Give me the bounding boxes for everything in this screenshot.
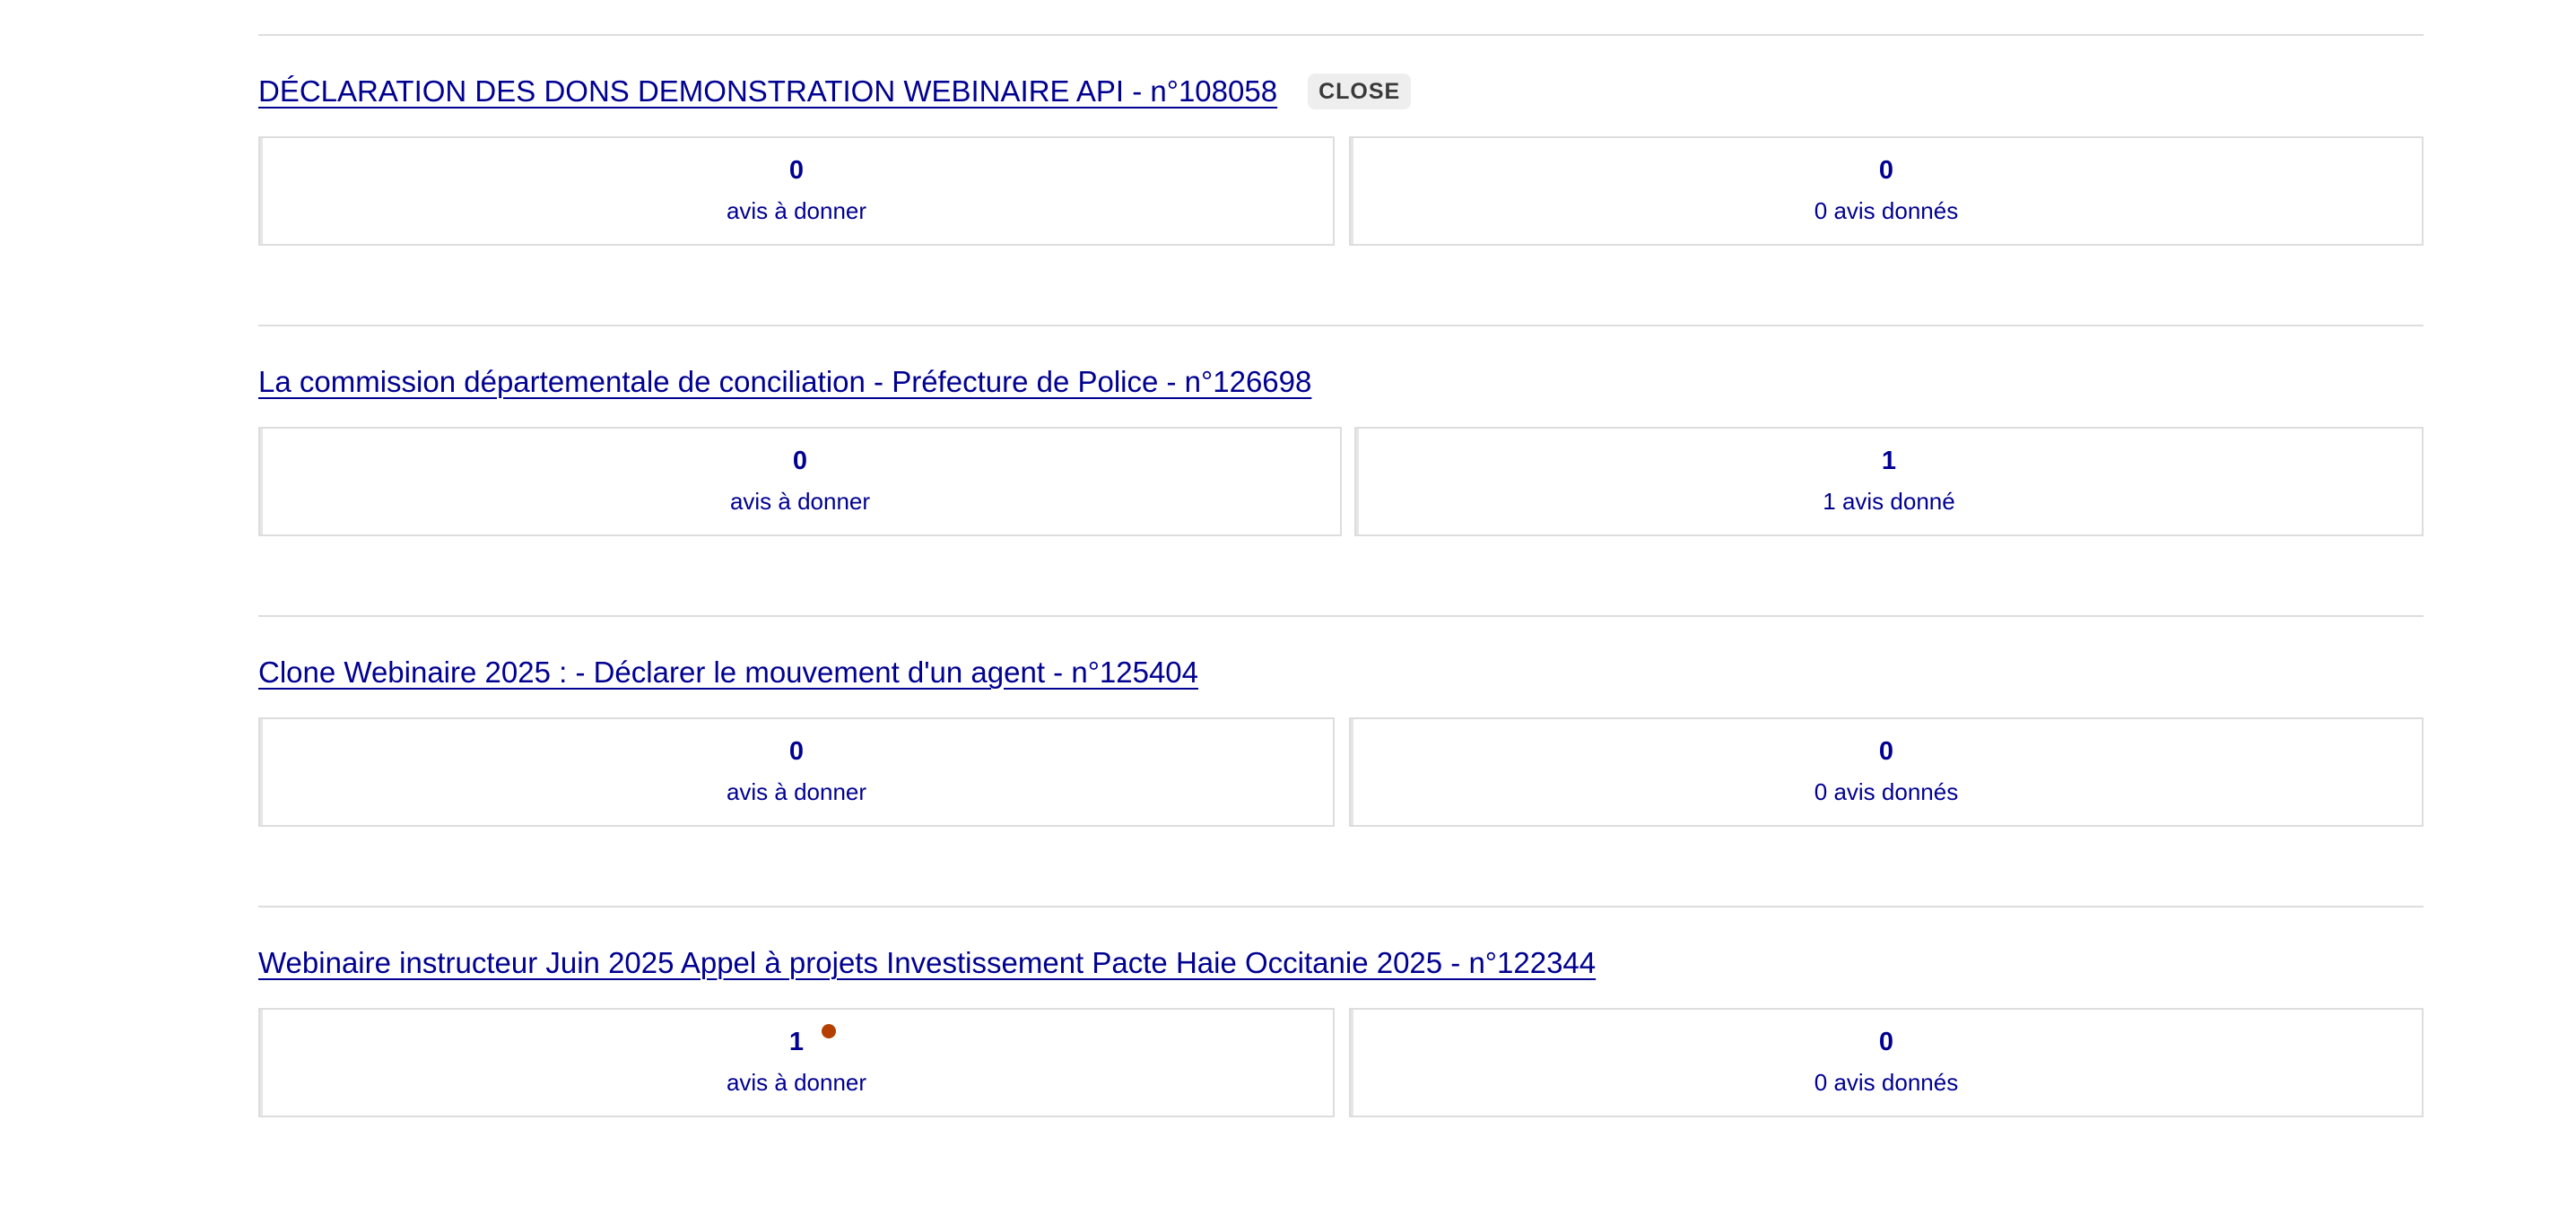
procedure-title-link[interactable]: DÉCLARATION DES DONS DEMONSTRATION WEBIN… — [258, 74, 1277, 109]
procedure-stats: 1 avis à donner 0 0 avis donnés — [258, 1008, 2424, 1117]
avis-to-give-card[interactable]: 0 avis à donner — [258, 717, 1335, 827]
avis-to-give-count: 0 — [788, 156, 805, 185]
section-divider — [258, 906, 2424, 907]
avis-given-count: 0 — [1878, 737, 1894, 766]
avis-given-label: 0 avis donnés — [1814, 778, 1959, 805]
procedure-section: DÉCLARATION DES DONS DEMONSTRATION WEBIN… — [258, 34, 2424, 249]
procedure-section: La commission départementale de concilia… — [258, 325, 2424, 540]
avis-given-card[interactable]: 0 0 avis donnés — [1349, 1008, 2424, 1117]
avis-to-give-card[interactable]: 0 avis à donner — [258, 427, 1342, 536]
avis-given-card[interactable]: 0 0 avis donnés — [1349, 136, 2424, 246]
avis-to-give-label: avis à donner — [729, 488, 871, 515]
avis-to-give-label: avis à donner — [726, 778, 867, 805]
avis-given-count: 0 — [1878, 1028, 1894, 1056]
avis-to-give-label: avis à donner — [726, 197, 867, 224]
procedure-title-row: Clone Webinaire 2025 : - Déclarer le mou… — [258, 646, 1198, 699]
section-divider — [258, 34, 2424, 36]
procedure-section: Webinaire instructeur Juin 2025 Appel à … — [258, 906, 2424, 1121]
procedure-stats: 0 avis à donner 0 0 avis donnés — [258, 717, 2424, 827]
avis-given-count: 1 — [1881, 447, 1897, 475]
procedure-title-link[interactable]: Webinaire instructeur Juin 2025 Appel à … — [258, 946, 1596, 980]
closed-status-badge: CLOSE — [1308, 74, 1412, 109]
avis-procedures-page: DÉCLARATION DES DONS DEMONSTRATION WEBIN… — [0, 0, 2576, 1207]
procedure-section: Clone Webinaire 2025 : - Déclarer le mou… — [258, 615, 2424, 830]
procedure-title-row: La commission départementale de concilia… — [258, 355, 1311, 409]
avis-to-give-label: avis à donner — [726, 1069, 867, 1096]
avis-to-give-count: 1 — [788, 1028, 805, 1056]
procedure-stats: 0 avis à donner 0 0 avis donnés — [258, 136, 2424, 246]
notification-dot-icon — [822, 1024, 836, 1038]
procedure-stats: 0 avis à donner 1 1 avis donné — [258, 427, 2424, 536]
procedure-title-link[interactable]: La commission départementale de concilia… — [258, 365, 1311, 399]
avis-to-give-count: 0 — [792, 447, 808, 475]
avis-to-give-card[interactable]: 1 avis à donner — [258, 1008, 1335, 1117]
procedure-title-row: Webinaire instructeur Juin 2025 Appel à … — [258, 936, 1596, 990]
avis-given-label: 0 avis donnés — [1814, 1069, 1959, 1096]
avis-given-card[interactable]: 0 0 avis donnés — [1349, 717, 2424, 827]
avis-given-count: 0 — [1878, 156, 1894, 185]
avis-given-card[interactable]: 1 1 avis donné — [1354, 427, 2424, 536]
avis-to-give-count: 0 — [788, 737, 805, 766]
avis-given-label: 1 avis donné — [1823, 488, 1955, 515]
procedure-title-link[interactable]: Clone Webinaire 2025 : - Déclarer le mou… — [258, 656, 1198, 690]
avis-given-label: 0 avis donnés — [1814, 197, 1959, 224]
avis-to-give-card[interactable]: 0 avis à donner — [258, 136, 1335, 246]
section-divider — [258, 615, 2424, 617]
section-divider — [258, 325, 2424, 326]
procedure-title-row: DÉCLARATION DES DONS DEMONSTRATION WEBIN… — [258, 65, 1412, 118]
